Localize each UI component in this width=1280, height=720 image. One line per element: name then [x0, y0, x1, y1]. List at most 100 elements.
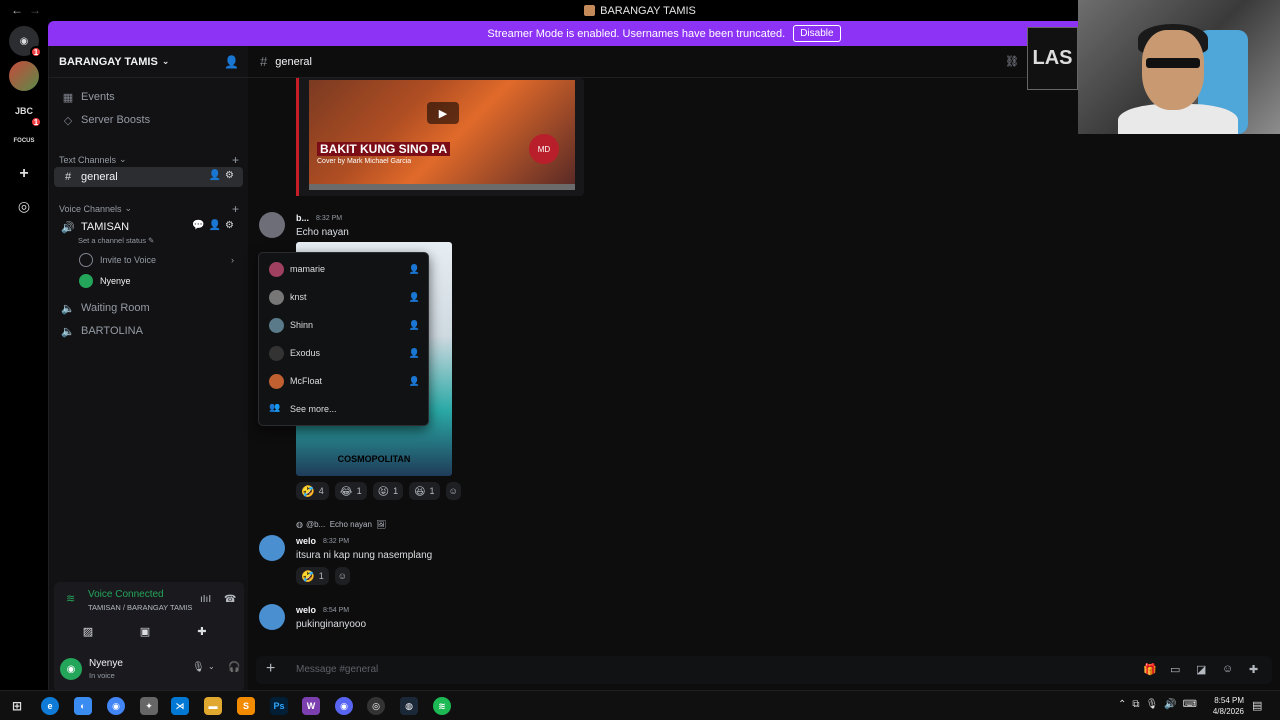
- reply-preview[interactable]: ◍ @b... Echo nayan 🖼: [296, 520, 386, 529]
- chevron-down-icon: ⌄: [119, 154, 127, 164]
- message-author[interactable]: welo: [296, 605, 316, 615]
- headphones-icon[interactable]: 🎧: [228, 662, 240, 673]
- gif-icon[interactable]: ▭: [1170, 663, 1180, 676]
- invite-icon[interactable]: 👤: [409, 320, 420, 331]
- avatar[interactable]: [259, 212, 285, 238]
- threads-icon[interactable]: ⛓: [1005, 55, 1019, 68]
- see-more-item[interactable]: 👥 See more...: [259, 395, 430, 423]
- reaction-chip[interactable]: 🤣 1: [296, 567, 329, 585]
- text-category-label: Text Channels: [59, 154, 117, 165]
- app-w-icon[interactable]: W: [302, 697, 320, 715]
- discord-home-icon[interactable]: ◉ 1: [9, 26, 42, 58]
- popup-member[interactable]: knst 👤: [259, 283, 430, 311]
- voice-user-nyenye[interactable]: Nyenye: [79, 274, 131, 288]
- chevron-down-icon[interactable]: ⌄: [208, 662, 215, 671]
- activities-button[interactable]: ✚: [184, 620, 220, 642]
- disconnect-icon[interactable]: ☎: [224, 594, 236, 605]
- apps-icon[interactable]: ✚: [1249, 663, 1258, 676]
- obs-icon[interactable]: ◎: [367, 697, 385, 715]
- gift-icon[interactable]: 🎁: [1143, 663, 1157, 676]
- message-author[interactable]: b...: [296, 213, 309, 223]
- add-reaction-icon[interactable]: ☺: [445, 482, 461, 500]
- voice-channel-waiting-room[interactable]: 🔈 Waiting Room: [54, 298, 243, 318]
- message-composer[interactable]: + Message #general 🎁 ▭ ◪ ☺ ✚: [256, 656, 1272, 684]
- clock[interactable]: 8:54 PM 4/8/2026: [1200, 695, 1244, 717]
- emoji-icon[interactable]: ☺: [1222, 663, 1233, 675]
- sticker-icon[interactable]: ◪: [1196, 663, 1206, 676]
- play-icon[interactable]: ▶: [427, 102, 459, 124]
- channel-status[interactable]: Set a channel status ✎: [78, 236, 154, 245]
- add-channel-icon[interactable]: +: [232, 153, 239, 167]
- avatar[interactable]: [259, 604, 285, 630]
- popup-member[interactable]: mamarie 👤: [259, 255, 430, 283]
- notification-icon[interactable]: ▤: [1252, 699, 1262, 712]
- video-thumbnail[interactable]: ▶ BAKIT KUNG SINO PA Cover by Mark Micha…: [309, 80, 575, 184]
- popup-member[interactable]: Shinn 👤: [259, 311, 430, 339]
- forward-arrow-icon[interactable]: →: [29, 3, 41, 17]
- noise-suppression-icon[interactable]: ıIıI: [200, 594, 211, 605]
- system-tray[interactable]: ⌃⧉🎙🔊⌨: [1118, 699, 1203, 710]
- hash-icon: #: [64, 171, 72, 183]
- server-icon: [584, 5, 596, 16]
- server-header[interactable]: BARANGAY TAMIS ⌄ 👤: [49, 46, 249, 78]
- server-boosts-item[interactable]: ◇ Server Boosts: [54, 110, 243, 130]
- invite-icon[interactable]: 👤: [409, 376, 420, 387]
- reaction-chip[interactable]: 😂 1: [334, 482, 367, 500]
- channel-actions-icon[interactable]: 👤⚙: [209, 170, 238, 181]
- voice-channels-category[interactable]: Voice Channels ⌄ +: [59, 202, 239, 216]
- start-icon[interactable]: ⊞: [8, 697, 26, 715]
- server-avatar-icon[interactable]: [9, 61, 39, 91]
- waiting-room-label: Waiting Room: [81, 302, 150, 314]
- server-name: BARANGAY TAMIS: [59, 55, 158, 68]
- events-item[interactable]: ▦ Events: [54, 87, 243, 107]
- avatar: [269, 261, 284, 277]
- reaction-chip[interactable]: 😆 1: [409, 482, 440, 500]
- face: [1142, 30, 1204, 110]
- voice-channel-bartolina[interactable]: 🔈 BARTOLINA: [54, 321, 243, 341]
- steam-icon[interactable]: ◍: [400, 697, 418, 715]
- back-arrow-icon[interactable]: ←: [11, 3, 23, 17]
- invite-icon[interactable]: 👤: [409, 348, 420, 359]
- reaction-chip[interactable]: 😝 1: [372, 482, 404, 500]
- user-avatar[interactable]: ◉: [60, 658, 82, 680]
- disable-button[interactable]: Disable: [793, 25, 841, 42]
- add-reaction-icon[interactable]: ☺: [334, 567, 350, 585]
- invite-people-icon[interactable]: 👤: [224, 55, 239, 69]
- server-jbc-icon[interactable]: JBC 1: [9, 96, 42, 128]
- popup-member[interactable]: Exodus 👤: [259, 339, 430, 367]
- voice-category-label: Voice Channels: [59, 203, 122, 214]
- chrome-icon[interactable]: ◉: [107, 697, 125, 715]
- voice-location: TAMISAN / BARANGAY TAMIS: [88, 603, 193, 612]
- spotify-icon[interactable]: ≋: [433, 697, 451, 715]
- invite-to-voice[interactable]: Invite to Voice ›: [79, 253, 234, 267]
- text-channels-category[interactable]: Text Channels ⌄ +: [59, 153, 239, 167]
- edge-icon[interactable]: e: [41, 697, 59, 715]
- microphone-icon[interactable]: 🎙: [192, 662, 205, 673]
- copilot-icon[interactable]: ◐: [74, 697, 92, 715]
- screen-share-button[interactable]: ▣: [127, 620, 163, 642]
- reaction-chip[interactable]: 🤣 4: [296, 482, 329, 500]
- explore-icon[interactable]: ◎: [9, 191, 39, 221]
- invite-icon[interactable]: 👤: [409, 264, 420, 275]
- photoshop-icon[interactable]: Ps: [270, 697, 288, 715]
- avatar[interactable]: [259, 535, 285, 561]
- video-embed[interactable]: ▶ BAKIT KUNG SINO PA Cover by Mark Micha…: [296, 78, 584, 196]
- add-server-icon[interactable]: +: [9, 159, 39, 189]
- channel-general[interactable]: # general 👤⚙: [54, 167, 243, 187]
- add-channel-icon[interactable]: +: [232, 202, 239, 216]
- file-explorer-icon[interactable]: ▬: [204, 697, 222, 715]
- video-progress-bar[interactable]: [309, 184, 575, 190]
- voice-channel-tamisan[interactable]: 🔊 TAMISAN 💬👤⚙: [54, 217, 243, 237]
- server-focus-icon[interactable]: FOCUS: [9, 126, 39, 156]
- invite-icon[interactable]: 👤: [409, 292, 420, 303]
- message-author[interactable]: welo: [296, 536, 316, 546]
- popup-member[interactable]: McFloat 👤: [259, 367, 430, 395]
- video-off-button[interactable]: ▨: [70, 620, 106, 642]
- message-input[interactable]: Message #general: [296, 664, 378, 675]
- plus-icon[interactable]: +: [266, 660, 275, 678]
- voice-actions-icon[interactable]: 💬👤⚙: [192, 220, 238, 231]
- vscode-icon[interactable]: ⋊: [171, 697, 189, 715]
- discord-taskbar-icon[interactable]: ◉: [335, 697, 353, 715]
- app-icon[interactable]: ✦: [140, 697, 158, 715]
- sublime-icon[interactable]: S: [237, 697, 255, 715]
